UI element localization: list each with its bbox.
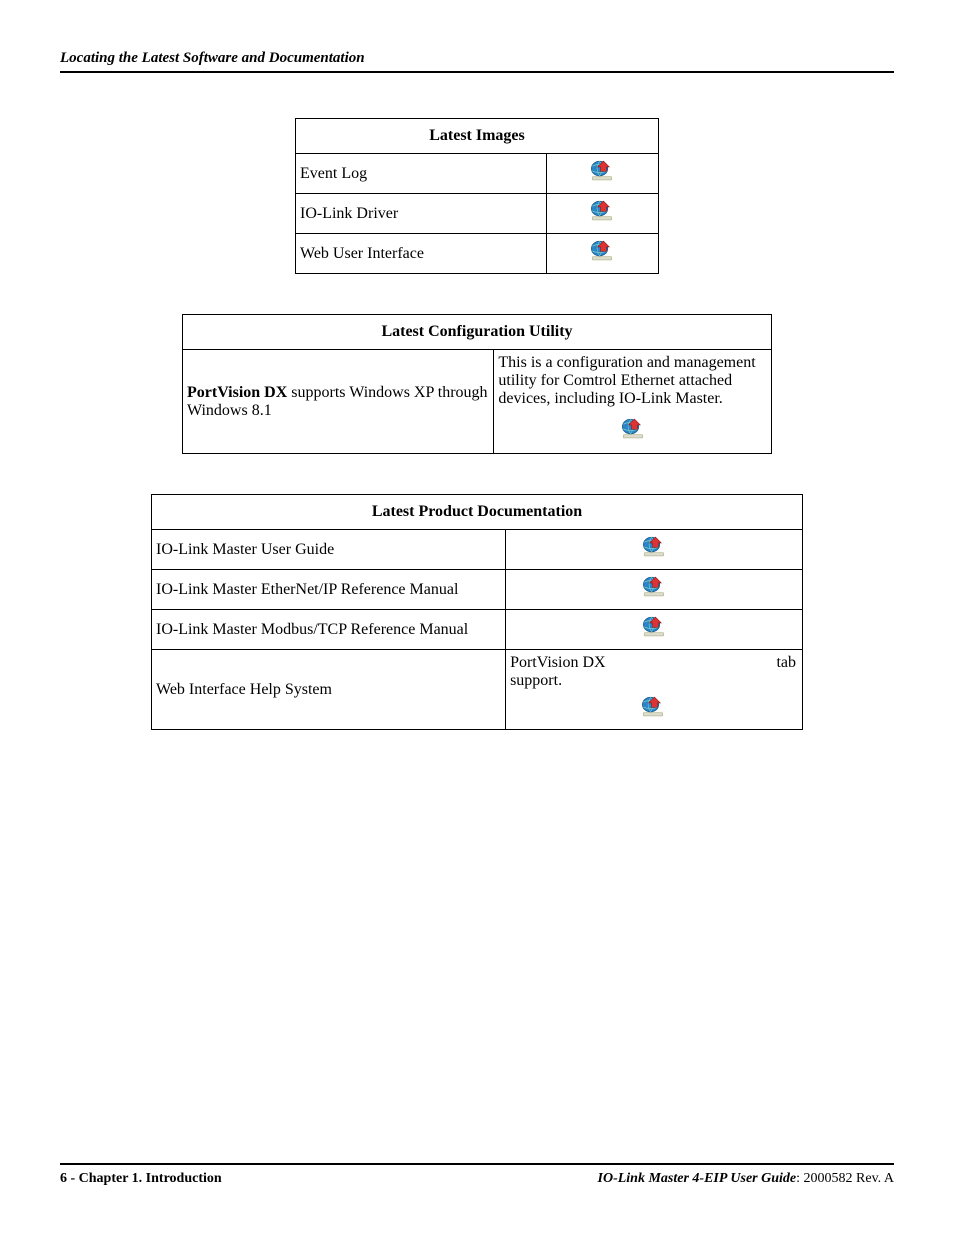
table-row: Web Interface Help System PortVision DX … (152, 650, 803, 730)
table-row: IO-Link Master EtherNet/IP Reference Man… (152, 570, 803, 610)
table-caption: Latest Configuration Utility (183, 315, 772, 350)
download-icon[interactable] (641, 536, 667, 558)
table-row: Event Log (296, 154, 659, 194)
row-label: Web User Interface (296, 234, 547, 274)
webhelp-note-line2: support. (510, 672, 796, 690)
table-caption: Latest Images (296, 119, 659, 154)
download-icon[interactable] (620, 418, 646, 440)
row-download-cell (506, 570, 803, 610)
config-right-cell: This is a configuration and management u… (494, 350, 772, 454)
row-download-cell (546, 194, 658, 234)
row-download-cell (546, 154, 658, 194)
table-config-utility: Latest Configuration Utility PortVision … (182, 314, 772, 454)
row-label: IO-Link Master EtherNet/IP Reference Man… (152, 570, 506, 610)
webhelp-right-cell: PortVision DX tab support. (506, 650, 803, 730)
running-header: Locating the Latest Software and Documen… (60, 50, 894, 73)
row-label: Event Log (296, 154, 547, 194)
footer-right-suffix: : 2000582 Rev. A (796, 1171, 894, 1186)
download-icon[interactable] (589, 160, 615, 182)
table-row: IO-Link Master User Guide (152, 530, 803, 570)
page-footer: 6 - Chapter 1. Introduction IO-Link Mast… (60, 1163, 894, 1187)
table-product-docs: Latest Product Documentation IO-Link Mas… (151, 494, 803, 730)
download-icon[interactable] (641, 576, 667, 598)
table-row: IO-Link Driver (296, 194, 659, 234)
row-label: IO-Link Master User Guide (152, 530, 506, 570)
webhelp-note-right: tab (776, 654, 796, 672)
config-description: This is a configuration and management u… (498, 354, 767, 408)
footer-right-title: IO-Link Master 4-EIP User Guide (598, 1171, 797, 1186)
row-label: Web Interface Help System (152, 650, 506, 730)
download-icon[interactable] (589, 240, 615, 262)
table-row: IO-Link Master Modbus/TCP Reference Manu… (152, 610, 803, 650)
config-left-cell: PortVision DX supports Windows XP throug… (183, 350, 494, 454)
row-download-cell (506, 610, 803, 650)
row-download-cell (506, 530, 803, 570)
webhelp-note-left: PortVision DX (510, 654, 606, 672)
download-icon[interactable] (589, 200, 615, 222)
table-row: Web User Interface (296, 234, 659, 274)
footer-right: IO-Link Master 4-EIP User Guide: 2000582… (598, 1171, 894, 1187)
config-left-bold: PortVision DX (187, 384, 287, 401)
table-caption: Latest Product Documentation (152, 495, 803, 530)
footer-left: 6 - Chapter 1. Introduction (60, 1171, 222, 1187)
table-row: PortVision DX supports Windows XP throug… (183, 350, 772, 454)
row-label: IO-Link Master Modbus/TCP Reference Manu… (152, 610, 506, 650)
row-download-cell (546, 234, 658, 274)
row-label: IO-Link Driver (296, 194, 547, 234)
download-icon[interactable] (641, 616, 667, 638)
table-latest-images: Latest Images Event Log IO-Link Driver W… (295, 118, 659, 274)
download-icon[interactable] (640, 696, 666, 718)
